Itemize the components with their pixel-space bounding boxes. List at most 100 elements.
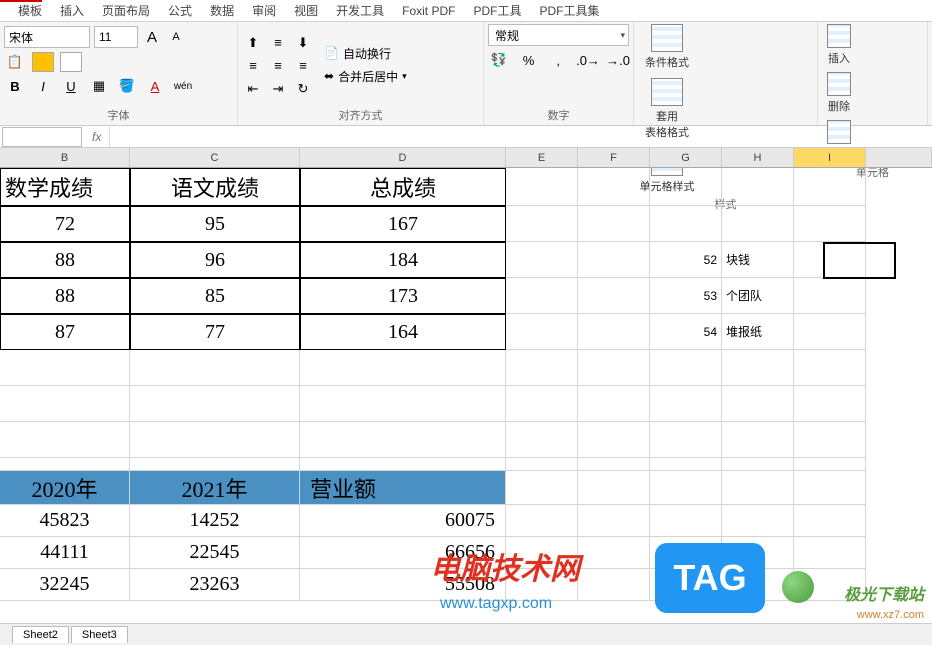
- conditional-formatting-button[interactable]: 条件格式: [638, 24, 696, 70]
- cell[interactable]: [506, 242, 578, 278]
- cell[interactable]: [506, 314, 578, 350]
- cell[interactable]: [650, 168, 722, 206]
- cell[interactable]: [650, 537, 722, 569]
- cell[interactable]: [794, 206, 866, 242]
- delete-cells-button[interactable]: 删除: [822, 72, 856, 114]
- wrap-text-button[interactable]: 📄 自动换行: [324, 45, 407, 62]
- cell[interactable]: [794, 471, 866, 505]
- sheet-tab[interactable]: Sheet2: [12, 626, 69, 643]
- cell[interactable]: 52: [650, 242, 722, 278]
- cell[interactable]: [506, 206, 578, 242]
- cell[interactable]: [130, 422, 300, 458]
- cell[interactable]: [722, 471, 794, 505]
- menu-page-layout[interactable]: 页面布局: [102, 2, 150, 19]
- fill-color-preview-icon[interactable]: [32, 52, 54, 72]
- menu-foxit-pdf[interactable]: Foxit PDF: [402, 4, 455, 18]
- cell[interactable]: [578, 386, 650, 422]
- cell[interactable]: 173: [300, 278, 506, 314]
- cell[interactable]: 营业额: [300, 471, 506, 505]
- cell[interactable]: [578, 168, 650, 206]
- cell[interactable]: [650, 386, 722, 422]
- cell[interactable]: [794, 537, 866, 569]
- fx-icon[interactable]: fx: [84, 130, 109, 144]
- menu-formulas[interactable]: 公式: [168, 2, 192, 19]
- cell[interactable]: [722, 458, 794, 471]
- cell[interactable]: [722, 168, 794, 206]
- fill-color-icon[interactable]: 🪣: [116, 76, 138, 96]
- cell[interactable]: [794, 350, 866, 386]
- cell[interactable]: [650, 569, 722, 601]
- cell[interactable]: [506, 422, 578, 458]
- menu-pdf-toolkit[interactable]: PDF工具集: [539, 2, 599, 19]
- cell[interactable]: 23263: [130, 569, 300, 601]
- cell[interactable]: [722, 206, 794, 242]
- cell[interactable]: [722, 569, 794, 601]
- comma-icon[interactable]: ,: [547, 50, 569, 70]
- col-header[interactable]: G: [650, 148, 722, 167]
- cell[interactable]: [794, 505, 866, 537]
- cell[interactable]: [650, 471, 722, 505]
- cell[interactable]: 总成绩: [300, 168, 506, 206]
- cell[interactable]: [578, 458, 650, 471]
- align-right-icon[interactable]: ≡: [292, 56, 314, 76]
- cell[interactable]: [650, 505, 722, 537]
- cell[interactable]: 72: [0, 206, 130, 242]
- cell[interactable]: 54: [650, 314, 722, 350]
- cell[interactable]: 77: [130, 314, 300, 350]
- cell[interactable]: 95: [130, 206, 300, 242]
- cell[interactable]: [578, 206, 650, 242]
- col-header-selected[interactable]: I: [794, 148, 866, 167]
- align-center-icon[interactable]: ≡: [267, 56, 289, 76]
- cell[interactable]: [578, 314, 650, 350]
- orientation-icon[interactable]: ↻: [292, 79, 314, 99]
- col-header[interactable]: B: [0, 148, 130, 167]
- cell[interactable]: [578, 278, 650, 314]
- cell[interactable]: 32245: [0, 569, 130, 601]
- cell[interactable]: 14252: [130, 505, 300, 537]
- phonetic-icon[interactable]: wén: [172, 76, 194, 96]
- cell[interactable]: [578, 350, 650, 386]
- cell[interactable]: 数学成绩: [0, 168, 130, 206]
- cell[interactable]: [0, 422, 130, 458]
- menu-review[interactable]: 审阅: [252, 2, 276, 19]
- name-box[interactable]: [2, 127, 82, 147]
- menu-view[interactable]: 视图: [294, 2, 318, 19]
- cell[interactable]: [506, 537, 578, 569]
- paste-icon[interactable]: 📋: [4, 52, 26, 72]
- col-header[interactable]: C: [130, 148, 300, 167]
- cell[interactable]: [794, 314, 866, 350]
- cell[interactable]: 167: [300, 206, 506, 242]
- col-header[interactable]: [866, 148, 932, 167]
- cell[interactable]: [578, 471, 650, 505]
- cell[interactable]: 语文成绩: [130, 168, 300, 206]
- cell[interactable]: [0, 458, 130, 471]
- cell[interactable]: [300, 422, 506, 458]
- cell[interactable]: [506, 350, 578, 386]
- cell[interactable]: [506, 168, 578, 206]
- cell[interactable]: [794, 278, 866, 314]
- sheet-tab[interactable]: Sheet3: [71, 626, 128, 643]
- cell[interactable]: [300, 386, 506, 422]
- cell[interactable]: [130, 350, 300, 386]
- cell[interactable]: [794, 569, 866, 601]
- cell[interactable]: 2020年: [0, 471, 130, 505]
- cell[interactable]: 164: [300, 314, 506, 350]
- cell[interactable]: [794, 458, 866, 471]
- cell[interactable]: [650, 422, 722, 458]
- increase-decimal-icon[interactable]: .0→: [577, 50, 599, 70]
- menu-data[interactable]: 数据: [210, 2, 234, 19]
- cell[interactable]: [794, 242, 866, 278]
- cell[interactable]: 22545: [130, 537, 300, 569]
- cell[interactable]: 55508: [300, 569, 506, 601]
- cell[interactable]: [506, 471, 578, 505]
- cell[interactable]: [794, 168, 866, 206]
- cell[interactable]: [578, 422, 650, 458]
- cell[interactable]: [578, 569, 650, 601]
- italic-button[interactable]: I: [32, 76, 54, 96]
- decrease-font-icon[interactable]: A: [166, 27, 186, 47]
- cell[interactable]: 块钱: [722, 242, 794, 278]
- merge-center-button[interactable]: ⬌ 合并后居中 ▾: [324, 68, 407, 85]
- spreadsheet-grid[interactable]: B C D E F G H I 数学成绩 语文成绩 总成绩 72 95 167: [0, 148, 932, 623]
- font-size-combo[interactable]: 11: [94, 26, 138, 48]
- cell[interactable]: 2021年: [130, 471, 300, 505]
